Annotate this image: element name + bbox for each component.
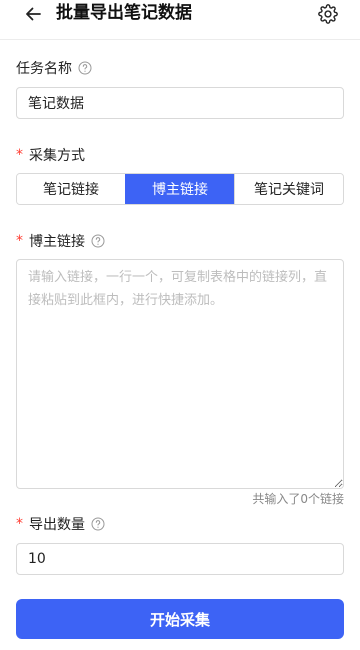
export-count-input[interactable] — [16, 543, 344, 575]
segment-note-link[interactable]: 笔记链接 — [17, 174, 125, 204]
link-count-text: 共输入了0个链接 — [252, 492, 344, 506]
gear-icon — [318, 4, 338, 24]
task-name-input[interactable] — [16, 87, 344, 119]
required-mark: * — [16, 516, 23, 532]
required-mark: * — [16, 147, 23, 163]
segment-blogger-link[interactable]: 博主链接 — [125, 174, 234, 204]
required-mark: * — [16, 233, 23, 249]
settings-button[interactable] — [317, 3, 339, 25]
help-circle-icon[interactable] — [78, 61, 92, 75]
help-circle-icon[interactable] — [91, 234, 105, 248]
top-bar: 批量导出笔记数据 — [0, 0, 360, 40]
page-title: 批量导出笔记数据 — [56, 3, 192, 23]
export-count-label: 导出数量 — [29, 517, 85, 533]
blogger-links-textarea[interactable] — [16, 259, 344, 489]
task-name-label: 任务名称 — [16, 61, 72, 77]
collect-method-label: 采集方式 — [29, 148, 85, 164]
segment-note-keyword[interactable]: 笔记关键词 — [234, 174, 343, 204]
task-name-label-row: 任务名称 — [16, 58, 92, 78]
help-circle-icon[interactable] — [91, 517, 105, 531]
export-count-label-row: * 导出数量 — [16, 514, 105, 534]
start-collect-button[interactable]: 开始采集 — [16, 599, 344, 639]
back-button[interactable] — [20, 4, 46, 24]
arrow-left-icon — [26, 7, 41, 21]
collect-method-label-row: * 采集方式 — [16, 145, 85, 165]
blogger-links-label: 博主链接 — [29, 234, 85, 250]
blogger-links-label-row: * 博主链接 — [16, 231, 105, 251]
collect-method-segmented-control: 笔记链接 博主链接 笔记关键词 — [16, 173, 344, 205]
